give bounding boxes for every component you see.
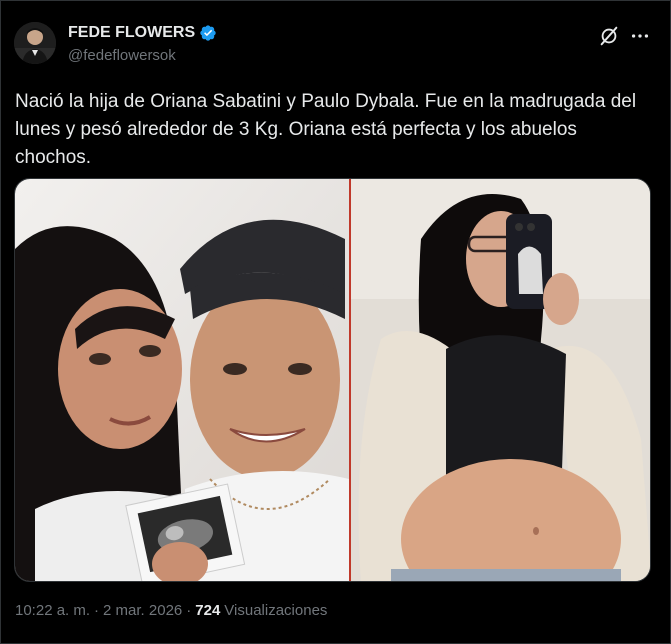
user-avatar-icon (14, 22, 56, 64)
couple-with-ultrasound-photo[interactable] (15, 179, 349, 581)
views-count: 724 (195, 602, 221, 619)
tweet-date[interactable]: 2 mar. 2026 (103, 602, 182, 619)
more-options-icon[interactable] (629, 25, 651, 47)
grok-icon[interactable] (598, 25, 620, 47)
tweet-media[interactable] (14, 178, 651, 582)
pregnant-woman-mirror-selfie-photo[interactable] (351, 179, 650, 581)
author-avatar[interactable] (14, 22, 56, 64)
author-handle[interactable]: @fedeflowersok (68, 47, 176, 64)
meta-separator: · (94, 602, 100, 619)
tweet-text: Nació la hija de Oriana Sabatini y Paulo… (15, 91, 637, 168)
tweet-card: FEDE FLOWERS @fedeflowersok Nació la hij… (0, 0, 671, 644)
author-name-row: FEDE FLOWERS (68, 24, 217, 42)
tweet-meta: 10:22 a. m. · 2 mar. 2026 · 724 Visualiz… (15, 602, 327, 619)
author-display-name[interactable]: FEDE FLOWERS (68, 24, 195, 42)
meta-separator: · (186, 602, 192, 619)
verified-badge-icon[interactable] (199, 24, 217, 42)
tweet-time[interactable]: 10:22 a. m. (15, 602, 90, 619)
views-label: Visualizaciones (224, 602, 328, 619)
